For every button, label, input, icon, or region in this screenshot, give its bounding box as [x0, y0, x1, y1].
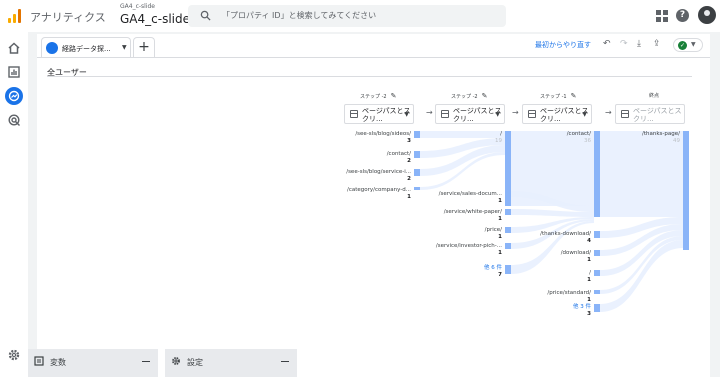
search-bar[interactable]: 「プロパティ ID」と検索してみてください [188, 5, 506, 27]
path-node[interactable] [594, 290, 600, 294]
node-label: / [589, 270, 591, 276]
reports-icon[interactable] [7, 65, 21, 79]
path-node[interactable] [414, 169, 420, 176]
node-value: 1 [498, 198, 502, 204]
path-node[interactable] [594, 231, 600, 238]
advertising-icon[interactable] [7, 113, 21, 127]
avatar[interactable] [698, 6, 716, 24]
node-label: /service/sales-docum... [439, 191, 503, 197]
node-label: /download/ [561, 250, 591, 256]
more-nodes-link[interactable]: 他 6 件 [484, 263, 502, 271]
node-value: 49 [673, 138, 680, 144]
settings-label: 設定 [187, 358, 203, 367]
exploration-canvas: 経路データ探... ▼ + 最初からやり直す ↶ ↷ ⤓ ⇪ + ✓ ▼ 全ユー… [37, 34, 710, 377]
minimize-icon[interactable] [281, 361, 289, 362]
node-value: 7 [498, 272, 502, 278]
path-node[interactable] [594, 304, 600, 312]
path-node[interactable] [505, 265, 511, 274]
node-value: 1 [587, 277, 591, 283]
path-node[interactable] [505, 243, 511, 249]
node-label: /see-sls/blog/service-i... [346, 169, 411, 175]
search-input[interactable]: 「プロパティ ID」と検索してみてください [222, 10, 376, 21]
node-label: /contact/ [387, 151, 411, 157]
node-value: 1 [587, 297, 591, 303]
node-label: /service/white-paper/ [444, 209, 502, 215]
node-value: 1 [587, 257, 591, 263]
path-node[interactable] [505, 191, 511, 197]
node-label: /price/ [485, 227, 503, 233]
left-nav [0, 32, 28, 377]
flow-link [420, 131, 505, 138]
node-value: 1 [498, 216, 502, 222]
node-label: /price/standard/ [547, 290, 591, 296]
flow-link [600, 131, 683, 217]
help-icon[interactable]: ? [676, 9, 689, 22]
settings-panel[interactable]: 設定 [165, 349, 297, 377]
account-name[interactable]: GA4_c-slide [120, 3, 155, 10]
path-node[interactable] [414, 187, 420, 190]
path-node[interactable] [683, 131, 689, 250]
node-label: /service/investor-pich-... [436, 243, 502, 249]
variables-label: 変数 [50, 358, 66, 367]
node-value: 36 [584, 138, 591, 144]
variables-icon [34, 356, 44, 366]
search-icon [200, 10, 211, 21]
node-label: / [500, 131, 502, 137]
analytics-logo-icon[interactable] [8, 9, 22, 23]
node-value: 2 [407, 158, 411, 164]
node-value: 3 [407, 138, 411, 144]
node-value: 1 [498, 250, 502, 256]
node-value: 19 [495, 138, 502, 144]
path-node[interactable] [594, 131, 600, 217]
path-node[interactable] [505, 227, 511, 233]
property-selector[interactable]: GA4_c-slide [120, 12, 190, 26]
node-label: /thanks-download/ [540, 231, 591, 237]
node-value: 2 [407, 176, 411, 182]
path-node[interactable] [505, 209, 511, 215]
node-value: 1 [407, 194, 411, 200]
node-value: 3 [587, 311, 591, 317]
top-bar: アナリティクス GA4_c-slide GA4_c-slide 「プロパティ I… [0, 0, 720, 32]
more-nodes-link[interactable]: 他 3 件 [573, 302, 591, 310]
path-node[interactable] [594, 270, 600, 276]
node-label: /contact/ [567, 131, 591, 137]
path-node[interactable] [414, 131, 420, 138]
app-title: アナリティクス [30, 11, 106, 24]
variables-panel[interactable]: 変数 [28, 349, 158, 377]
minimize-icon[interactable] [142, 361, 150, 362]
node-value: 4 [587, 238, 591, 244]
node-label: /thanks-page/ [642, 131, 680, 137]
node-label: /see-sls/blog/sideos/ [355, 131, 411, 137]
home-icon[interactable] [7, 41, 21, 55]
settings-gear-icon [172, 357, 180, 365]
node-value: 1 [498, 234, 502, 240]
node-label: /category/company-d... [347, 187, 411, 193]
path-node[interactable] [414, 151, 420, 158]
admin-gear-icon[interactable] [7, 348, 21, 362]
path-node[interactable] [594, 250, 600, 256]
apps-grid-icon[interactable] [656, 10, 668, 22]
explore-icon[interactable] [5, 87, 23, 105]
path-flow-diagram: /see-sls/blog/sideos/3/contact/2/see-sls… [346, 131, 689, 317]
